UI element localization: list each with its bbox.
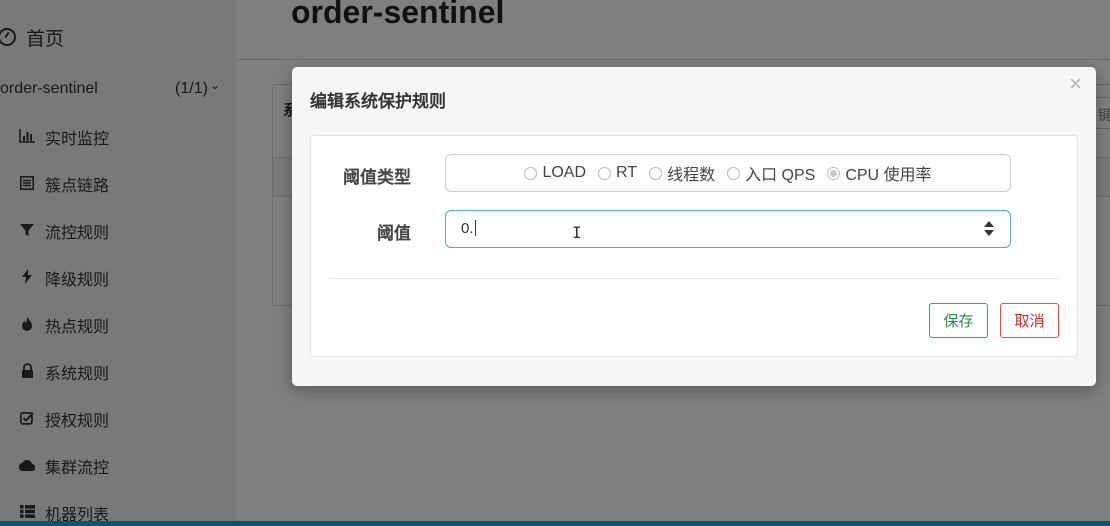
radio-entry-qps[interactable]: 入口 QPS xyxy=(727,161,815,185)
threshold-label: 阈值 xyxy=(377,224,411,243)
radio-label: RT xyxy=(616,164,638,181)
radio-circle-icon xyxy=(649,166,663,180)
radio-circle-icon xyxy=(598,166,612,180)
dialog-body: 阈值类型 LOAD RT 线程数 入口 QPS CPU 使用率 阈值 0. I … xyxy=(310,135,1078,357)
edit-system-rule-dialog: 编辑系统保护规则 × 阈值类型 LOAD RT 线程数 入口 QPS CPU 使… xyxy=(292,67,1096,386)
radio-circle-icon xyxy=(727,166,741,180)
radio-label: LOAD xyxy=(542,164,587,181)
radio-thread-count[interactable]: 线程数 xyxy=(649,161,715,185)
radio-checked-icon xyxy=(827,166,841,180)
stepper-up-icon[interactable] xyxy=(984,221,994,227)
save-button[interactable]: 保存 xyxy=(929,303,988,338)
radio-label: CPU 使用率 xyxy=(845,167,932,184)
threshold-type-label: 阈值类型 xyxy=(343,168,411,187)
ibeam-cursor-icon: I xyxy=(572,223,582,242)
threshold-type-radio-group: LOAD RT 线程数 入口 QPS CPU 使用率 xyxy=(445,154,1011,192)
threshold-input[interactable]: 0. I xyxy=(445,210,1011,248)
close-icon[interactable]: × xyxy=(1069,73,1082,95)
number-stepper[interactable] xyxy=(984,221,994,237)
divider xyxy=(329,278,1059,279)
threshold-type-row: 阈值类型 LOAD RT 线程数 入口 QPS CPU 使用率 xyxy=(311,154,1077,192)
text-caret xyxy=(474,220,476,236)
radio-circle-icon xyxy=(524,166,538,180)
radio-label: 线程数 xyxy=(667,167,716,184)
dialog-title: 编辑系统保护规则 xyxy=(310,92,446,111)
cancel-button[interactable]: 取消 xyxy=(1000,303,1059,338)
threshold-row: 阈值 0. I xyxy=(311,210,1077,248)
radio-load[interactable]: LOAD xyxy=(524,164,586,182)
radio-rt[interactable]: RT xyxy=(598,164,637,182)
stepper-down-icon[interactable] xyxy=(984,230,994,236)
radio-cpu-usage[interactable]: CPU 使用率 xyxy=(827,161,932,185)
radio-label: 入口 QPS xyxy=(745,167,816,184)
threshold-input-value: 0. xyxy=(461,220,474,237)
